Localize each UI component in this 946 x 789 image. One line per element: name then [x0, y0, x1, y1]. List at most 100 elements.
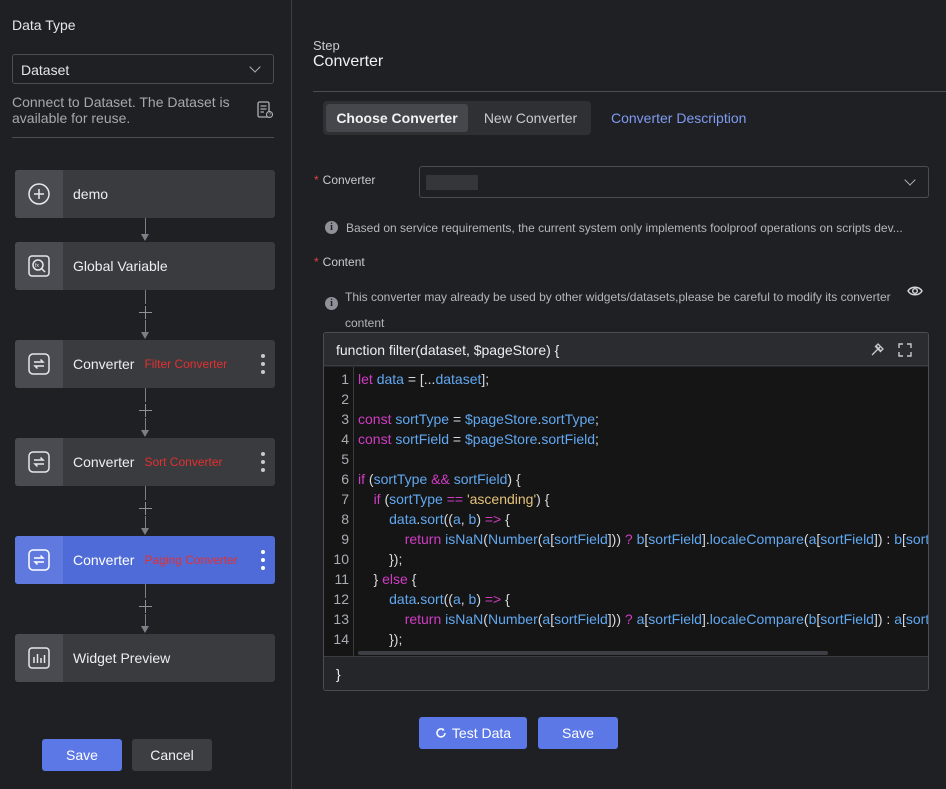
step-title: Converter — [313, 53, 384, 70]
converter-icon — [28, 451, 50, 473]
arrow-down-icon — [141, 528, 149, 535]
save-button[interactable]: Save — [538, 717, 618, 749]
converter-select[interactable] — [419, 166, 929, 198]
line-number: 10 — [333, 551, 349, 567]
eye-icon[interactable] — [907, 285, 923, 297]
function-closing-brace: } — [336, 666, 341, 682]
editor-header: function filter(dataset, $pageStore) { — [324, 333, 928, 366]
connector-line — [145, 320, 146, 332]
tab-choose-converter[interactable]: Choose Converter — [326, 104, 468, 132]
converter-icon — [28, 353, 50, 375]
code-line: const sortType = $pageStore.sortType; — [358, 411, 599, 427]
line-number: 11 — [334, 571, 349, 587]
line-number: 4 — [341, 431, 349, 447]
node-icon-box: fx — [15, 242, 63, 290]
data-type-value: Dataset — [21, 62, 70, 78]
line-number: 13 — [333, 611, 349, 627]
node-icon-box — [15, 536, 63, 584]
line-number: 9 — [341, 531, 349, 547]
editor-footer: } — [324, 656, 928, 690]
flow-node-paging-converter[interactable]: Converter Paging Converter — [15, 536, 275, 584]
test-data-button[interactable]: Test Data — [419, 717, 527, 749]
converter-select-value — [426, 175, 478, 190]
connector-line — [145, 418, 146, 430]
fullscreen-icon[interactable] — [897, 342, 913, 358]
flow-node-global-variable[interactable]: fx Global Variable — [15, 242, 275, 290]
code-line: if (sortType == 'ascending') { — [373, 491, 550, 507]
code-editor[interactable]: function filter(dataset, $pageStore) { 1… — [323, 332, 929, 691]
step-label: Step — [313, 38, 340, 53]
code-line: return isNaN(Number(a[sortField])) ? a[s… — [404, 611, 928, 627]
plus-circle-icon — [28, 183, 50, 205]
info-icon: i — [325, 221, 338, 234]
flow-node-widget-preview[interactable]: Widget Preview — [15, 634, 275, 682]
divider — [12, 137, 274, 138]
line-number: 1 — [341, 371, 349, 387]
add-step-plus-icon[interactable] — [139, 600, 152, 613]
test-data-label: Test Data — [451, 725, 512, 741]
node-name: Converter — [73, 454, 135, 470]
converter-field-label: * Converter — [314, 173, 376, 187]
node-name: demo — [73, 186, 109, 202]
connector-line — [145, 516, 146, 528]
line-number: 7 — [341, 491, 349, 507]
arrow-down-icon — [141, 430, 149, 437]
data-type-select[interactable]: Dataset — [12, 54, 274, 84]
node-name: Converter — [73, 552, 135, 568]
line-number-gutter: 1 2 3 4 5 6 7 8 9 10 11 12 13 14 — [324, 367, 354, 656]
node-tag: Sort Converter — [144, 455, 223, 469]
node-tag: Filter Converter — [144, 357, 228, 371]
more-options-icon[interactable] — [261, 452, 265, 472]
node-icon-box — [15, 340, 63, 388]
line-number: 6 — [341, 471, 349, 487]
content-label: * Content — [314, 255, 365, 269]
code-line: if (sortType && sortField) { — [358, 471, 521, 487]
editor-body[interactable]: 1 2 3 4 5 6 7 8 9 10 11 12 13 14 let dat… — [324, 367, 928, 656]
sidebar-save-button[interactable]: Save — [42, 739, 122, 771]
arrow-down-icon — [141, 234, 149, 241]
connector-line — [145, 290, 146, 304]
connector-line — [145, 388, 146, 402]
code-line: } else { — [358, 571, 417, 587]
line-number: 5 — [341, 451, 349, 467]
line-number: 2 — [341, 391, 349, 407]
horizontal-scrollbar[interactable] — [358, 651, 828, 655]
add-step-plus-icon[interactable] — [139, 502, 152, 515]
connector-line — [145, 486, 146, 500]
flow-node-sort-converter[interactable]: Converter Sort Converter — [15, 438, 275, 486]
code-line: return isNaN(Number(a[sortField])) ? b[s… — [404, 531, 928, 547]
code-line: const sortField = $pageStore.sortField; — [358, 431, 599, 447]
chevron-down-icon — [904, 174, 916, 186]
data-type-hint: Connect to Dataset. The Dataset is avail… — [12, 94, 230, 126]
tab-new-converter[interactable]: New Converter — [473, 104, 588, 132]
arrow-down-icon — [141, 332, 149, 339]
chevron-down-icon — [249, 61, 261, 73]
line-number: 12 — [333, 591, 349, 607]
reuse-warning-text: This converter may already be used by ot… — [345, 290, 891, 330]
add-step-plus-icon[interactable] — [139, 404, 152, 417]
add-step-plus-icon[interactable] — [139, 306, 152, 319]
code-line: let data = [...dataset]; — [358, 371, 490, 387]
format-code-icon[interactable] — [869, 342, 885, 358]
node-icon-box — [15, 634, 63, 682]
flow-node-demo[interactable]: demo — [15, 170, 275, 218]
more-options-icon[interactable] — [261, 354, 265, 374]
line-number: 3 — [341, 411, 349, 427]
sidebar-cancel-button[interactable]: Cancel — [132, 739, 212, 771]
converter-icon — [28, 549, 50, 571]
left-panel: Data Type Dataset Connect to Dataset. Th… — [0, 0, 292, 789]
svg-text:?: ? — [268, 113, 271, 119]
converter-description-link[interactable]: Converter Description — [611, 110, 746, 126]
document-help-icon[interactable]: ? — [257, 101, 273, 119]
chart-icon — [28, 647, 50, 669]
node-icon-box — [15, 438, 63, 486]
node-name: Widget Preview — [73, 650, 171, 666]
flow-node-filter-converter[interactable]: Converter Filter Converter — [15, 340, 275, 388]
node-name: Converter — [73, 356, 135, 372]
line-number: 8 — [341, 511, 349, 527]
node-icon-box — [15, 170, 63, 218]
arrow-down-icon — [141, 626, 149, 633]
more-options-icon[interactable] — [261, 550, 265, 570]
connector-line — [145, 584, 146, 598]
code-line: }); — [358, 631, 403, 647]
